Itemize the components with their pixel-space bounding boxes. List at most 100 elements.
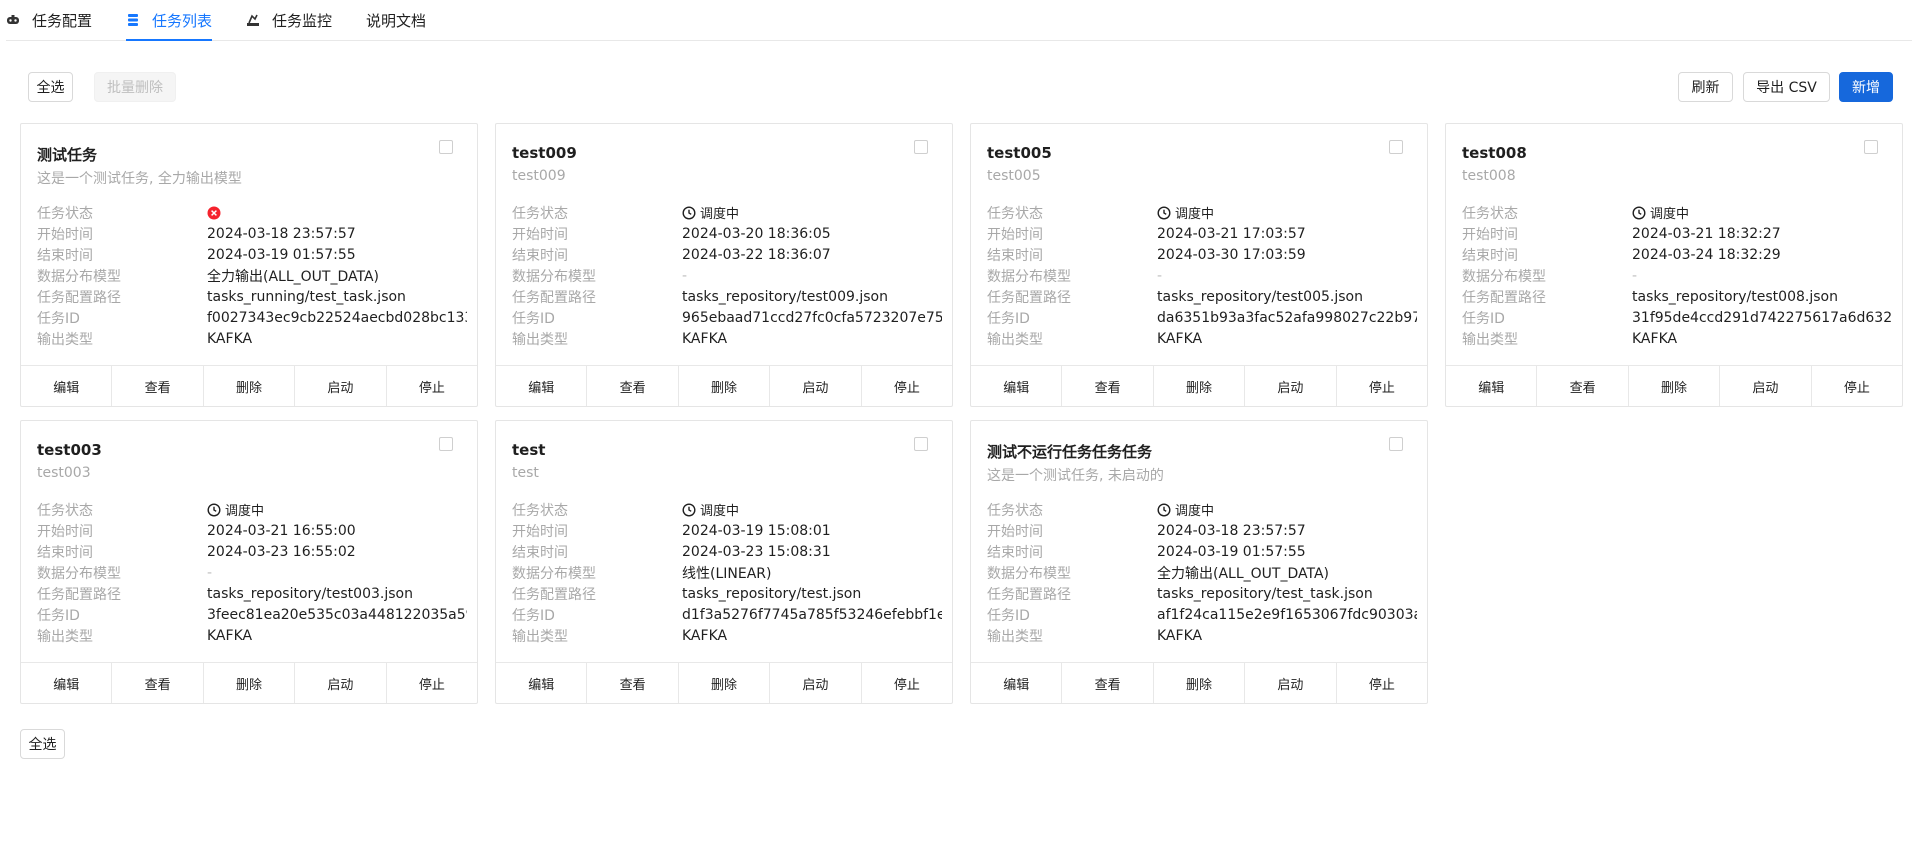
field-value: tasks_repository/test009.json [682, 288, 888, 305]
field-value: - [682, 267, 688, 284]
delete-button[interactable]: 删除 [1154, 663, 1246, 703]
start-button[interactable]: 启动 [1720, 366, 1812, 406]
status-badge: 调度中 [207, 500, 264, 519]
field-row-end: 结束时间 2024-03-23 15:08:31 [512, 541, 942, 562]
edit-button[interactable]: 编辑 [971, 366, 1063, 406]
task-name: test [512, 441, 546, 459]
delete-button[interactable]: 删除 [679, 366, 771, 406]
field-label: 任务ID [987, 310, 1030, 327]
stop-button[interactable]: 停止 [1337, 663, 1427, 703]
field-label: 结束时间 [987, 544, 1043, 561]
task-select-checkbox[interactable] [914, 140, 928, 154]
footer-select-all-button[interactable]: 全选 [20, 729, 65, 759]
start-button[interactable]: 启动 [295, 663, 387, 703]
field-value: da6351b93a3fac52afa998027c22b978 [1157, 309, 1417, 326]
edit-button[interactable]: 编辑 [21, 663, 113, 703]
field-row-output: 输出类型 KAFKA [512, 328, 942, 349]
task-select-checkbox[interactable] [1864, 140, 1878, 154]
clock-icon [1157, 502, 1171, 517]
field-label: 开始时间 [512, 523, 568, 540]
field-value: 2024-03-24 18:32:29 [1632, 246, 1781, 263]
task-card: test003 test003 任务状态 调度中 开始时间 2024-03-21 16:5… [20, 420, 478, 704]
field-value: tasks_repository/test003.json [207, 585, 413, 602]
view-button[interactable]: 查看 [112, 366, 204, 406]
start-button[interactable]: 启动 [295, 366, 387, 406]
delete-button[interactable]: 删除 [1154, 366, 1246, 406]
start-button[interactable]: 启动 [770, 663, 862, 703]
field-row-end: 结束时间 2024-03-24 18:32:29 [1462, 244, 1892, 265]
view-button[interactable]: 查看 [1062, 663, 1154, 703]
field-label: 开始时间 [512, 226, 568, 243]
add-task-button[interactable]: 新增 [1839, 72, 1893, 102]
error-circle-icon [207, 206, 221, 220]
view-button[interactable]: 查看 [1537, 366, 1629, 406]
start-button[interactable]: 启动 [770, 366, 862, 406]
tab-task-monitor[interactable]: 任务监控 [246, 0, 332, 40]
field-label: 数据分布模型 [987, 565, 1071, 582]
monitor-icon [246, 13, 260, 27]
task-select-checkbox[interactable] [439, 140, 453, 154]
view-button[interactable]: 查看 [112, 663, 204, 703]
field-row-id: 任务ID 965ebaad71ccd27fc0cfa5723207e75d [512, 307, 942, 328]
view-button[interactable]: 查看 [1062, 366, 1154, 406]
task-actions: 编辑 查看 删除 启动 停止 [496, 662, 952, 703]
stop-button[interactable]: 停止 [862, 366, 952, 406]
status-badge [207, 206, 225, 220]
field-label: 任务配置路径 [987, 289, 1071, 306]
task-fields: 任务状态 调度中 开始时间 2024-03-21 18:32:27 结束时间 2024-0… [1462, 202, 1892, 349]
field-value: - [207, 564, 213, 581]
field-row-model: 数据分布模型 线性(LINEAR) [512, 562, 942, 583]
status-text: 调度中 [1175, 207, 1215, 222]
stop-button[interactable]: 停止 [387, 663, 477, 703]
task-select-checkbox[interactable] [439, 437, 453, 451]
delete-button[interactable]: 删除 [204, 366, 296, 406]
delete-button[interactable]: 删除 [204, 663, 296, 703]
delete-button[interactable]: 删除 [1629, 366, 1721, 406]
tab-label: 任务配置 [32, 11, 93, 30]
field-row-status: 任务状态 调度中 [512, 202, 942, 223]
field-label: 输出类型 [987, 628, 1043, 645]
start-button[interactable]: 启动 [1245, 663, 1337, 703]
view-button[interactable]: 查看 [587, 366, 679, 406]
view-button[interactable]: 查看 [587, 663, 679, 703]
tab-task-list[interactable]: 任务列表 [126, 0, 213, 41]
field-label: 任务ID [512, 310, 555, 327]
field-value: 2024-03-19 01:57:55 [1157, 543, 1306, 560]
stop-button[interactable]: 停止 [1812, 366, 1902, 406]
field-row-id: 任务ID af1f24ca115e2e9f1653067fdc90303a [987, 604, 1417, 625]
refresh-button[interactable]: 刷新 [1678, 72, 1733, 102]
stop-button[interactable]: 停止 [387, 366, 477, 406]
field-row-start: 开始时间 2024-03-18 23:57:57 [987, 520, 1417, 541]
tab-task-config[interactable]: 任务配置 [6, 0, 92, 40]
field-label: 输出类型 [37, 331, 93, 348]
task-select-checkbox[interactable] [1389, 140, 1403, 154]
status-text: 调度中 [1650, 207, 1690, 222]
export-csv-button[interactable]: 导出 CSV [1743, 72, 1830, 102]
field-label: 数据分布模型 [37, 565, 121, 582]
field-row-end: 结束时间 2024-03-30 17:03:59 [987, 244, 1417, 265]
edit-button[interactable]: 编辑 [496, 366, 588, 406]
field-row-start: 开始时间 2024-03-19 15:08:01 [512, 520, 942, 541]
start-button[interactable]: 启动 [1245, 366, 1337, 406]
task-select-checkbox[interactable] [914, 437, 928, 451]
edit-button[interactable]: 编辑 [1446, 366, 1538, 406]
field-row-end: 结束时间 2024-03-19 01:57:55 [37, 244, 467, 265]
edit-button[interactable]: 编辑 [496, 663, 588, 703]
field-row-start: 开始时间 2024-03-21 17:03:57 [987, 223, 1417, 244]
delete-button[interactable]: 删除 [679, 663, 771, 703]
field-row-path: 任务配置路径 tasks_repository/test005.json [987, 286, 1417, 307]
task-select-checkbox[interactable] [1389, 437, 1403, 451]
field-value: - [1632, 267, 1638, 284]
stop-button[interactable]: 停止 [1337, 366, 1427, 406]
field-label: 输出类型 [37, 628, 93, 645]
select-all-button[interactable]: 全选 [28, 72, 73, 102]
field-row-status: 任务状态 调度中 [1462, 202, 1892, 223]
stop-button[interactable]: 停止 [862, 663, 952, 703]
field-row-end: 结束时间 2024-03-22 18:36:07 [512, 244, 942, 265]
tab-docs[interactable]: 说明文档 [366, 0, 426, 40]
field-value: 2024-03-23 15:08:31 [682, 543, 831, 560]
edit-button[interactable]: 编辑 [21, 366, 113, 406]
field-value: f0027343ec9cb22524aecbd028bc133a [207, 309, 467, 326]
batch-delete-button[interactable]: 批量删除 [94, 72, 176, 102]
edit-button[interactable]: 编辑 [971, 663, 1063, 703]
